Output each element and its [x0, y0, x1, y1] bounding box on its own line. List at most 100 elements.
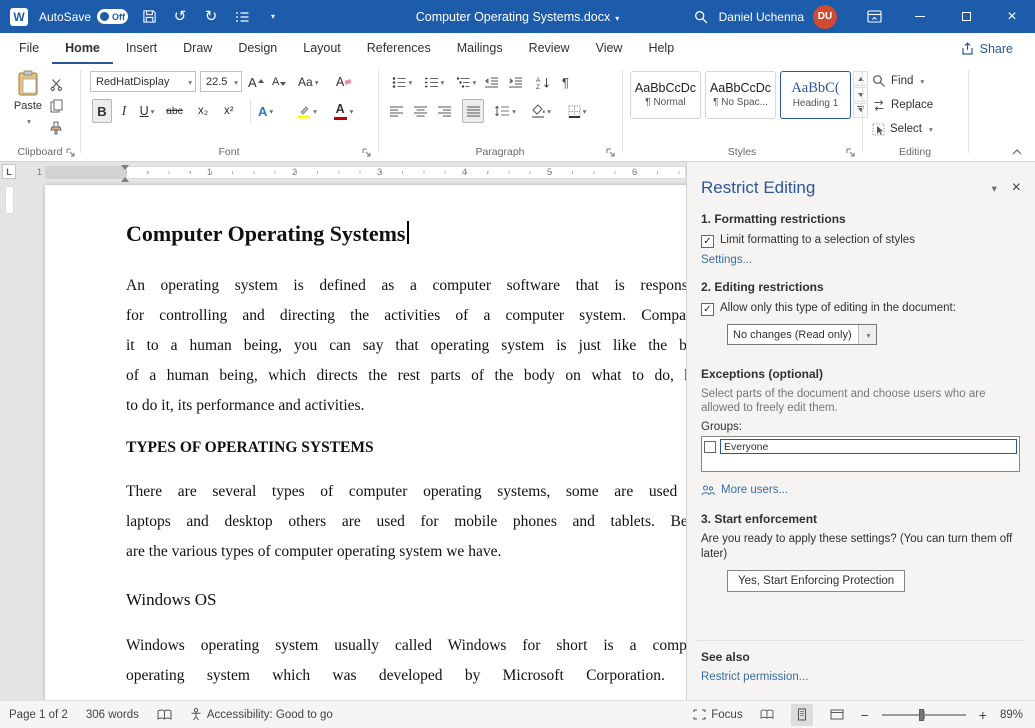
tab-review[interactable]: Review — [516, 33, 583, 64]
restrict-permission-link[interactable]: Restrict permission... — [701, 671, 808, 683]
grow-font-button[interactable]: A — [248, 70, 264, 94]
tab-view[interactable]: View — [583, 33, 636, 64]
groups-listbox[interactable]: Everyone — [701, 436, 1020, 472]
style-heading-1[interactable]: AaBbC( Heading 1 — [780, 71, 851, 119]
word-count[interactable]: 306 words — [86, 709, 139, 721]
everyone-checkbox[interactable] — [704, 441, 716, 453]
numbering-button[interactable] — [420, 70, 448, 94]
focus-button[interactable]: Focus — [693, 709, 742, 721]
tab-selector[interactable]: L — [2, 164, 16, 179]
document-page[interactable]: Computer Operating Systems An operating … — [45, 185, 686, 700]
subscript-button[interactable]: x₂ — [198, 99, 208, 123]
sort-button[interactable]: AZ — [536, 70, 551, 94]
styles-scroll-down-icon[interactable] — [853, 87, 868, 102]
accessibility-status[interactable]: Accessibility: Good to go — [190, 708, 333, 721]
paragraph-dialog-launcher-icon[interactable] — [606, 148, 615, 157]
quick-access-list-icon[interactable] — [232, 6, 252, 28]
minimize-button[interactable] — [897, 0, 943, 33]
close-button[interactable]: × — [989, 0, 1035, 33]
style-normal[interactable]: AaBbCcDc ¶ Normal — [630, 71, 701, 119]
shading-button[interactable] — [526, 99, 556, 123]
clear-formatting-button[interactable]: A — [336, 70, 351, 94]
styles-more-icon[interactable] — [853, 103, 868, 118]
font-color-button[interactable]: A — [328, 99, 358, 123]
hanging-indent-marker[interactable] — [121, 173, 129, 182]
superscript-button[interactable]: x² — [224, 99, 234, 123]
underline-button[interactable]: U — [134, 99, 160, 123]
body-text-line[interactable]: laptops and desktop others are used for … — [126, 507, 686, 537]
body-text-line[interactable]: operating system which was developed by … — [126, 661, 686, 691]
zoom-in-button[interactable]: + — [979, 707, 987, 723]
copy-button[interactable] — [50, 94, 63, 118]
redo-icon[interactable]: ↻ — [201, 6, 221, 28]
body-text-line[interactable]: are the various types of computer operat… — [126, 537, 686, 567]
select-button[interactable]: Select — [872, 119, 933, 139]
page-indicator[interactable]: Page 1 of 2 — [9, 709, 68, 721]
align-right-button[interactable] — [438, 99, 451, 123]
italic-button[interactable]: I — [116, 99, 132, 123]
body-text-line[interactable]: An operating system is defined as a comp… — [126, 271, 686, 301]
document-content[interactable]: Computer Operating Systems An operating … — [45, 185, 686, 691]
proofing-icon[interactable] — [157, 709, 172, 721]
font-size-combobox[interactable]: 22.5 — [200, 71, 242, 92]
tab-insert[interactable]: Insert — [113, 33, 170, 64]
word-app-icon[interactable]: W — [10, 8, 28, 26]
increase-indent-button[interactable] — [508, 70, 523, 94]
customize-qat-chevron-icon[interactable] — [263, 6, 283, 28]
group-item-everyone[interactable]: Everyone — [704, 439, 1017, 454]
text-effects-button[interactable]: A — [258, 99, 273, 123]
styles-scroll-up-icon[interactable] — [853, 71, 868, 86]
paste-button[interactable]: Paste — [8, 70, 48, 140]
avatar[interactable]: DU — [813, 5, 837, 29]
align-left-button[interactable] — [390, 99, 403, 123]
collapse-ribbon-icon[interactable] — [1012, 149, 1022, 155]
sub-heading[interactable]: Windows OS — [126, 587, 686, 613]
autosave-switch[interactable]: Off — [97, 9, 128, 24]
tab-file[interactable]: File — [6, 33, 52, 64]
change-case-button[interactable]: Aa — [298, 70, 318, 94]
save-icon[interactable] — [139, 6, 159, 28]
tab-references[interactable]: References — [354, 33, 444, 64]
autosave-toggle[interactable]: AutoSave Off — [39, 9, 128, 24]
search-icon[interactable] — [691, 6, 711, 28]
zoom-slider[interactable] — [882, 714, 966, 716]
font-name-combobox[interactable]: RedHatDisplay — [90, 71, 196, 92]
undo-icon[interactable]: ↺ — [170, 6, 190, 28]
account-area[interactable]: Daniel Uchenna DU — [719, 5, 837, 29]
zoom-slider-thumb[interactable] — [919, 709, 924, 721]
limit-formatting-checkbox[interactable]: ✓ — [701, 235, 714, 248]
editing-type-dropdown[interactable]: No changes (Read only) — [727, 324, 877, 345]
bold-button[interactable]: B — [92, 99, 112, 123]
zoom-out-button[interactable]: − — [861, 707, 869, 723]
borders-button[interactable] — [562, 99, 592, 123]
pane-close-icon[interactable]: × — [1012, 180, 1021, 196]
settings-link[interactable]: Settings... — [701, 254, 752, 266]
format-painter-button[interactable] — [50, 116, 62, 140]
maximize-button[interactable] — [943, 0, 989, 33]
body-text-line[interactable]: to do it, its performance and activities… — [126, 391, 686, 421]
line-spacing-button[interactable] — [490, 99, 520, 123]
read-mode-icon[interactable] — [756, 704, 778, 726]
document-heading[interactable]: Computer Operating Systems — [126, 219, 686, 249]
tab-draw[interactable]: Draw — [170, 33, 225, 64]
tab-help[interactable]: Help — [635, 33, 687, 64]
body-text-line[interactable]: There are several types of computer oper… — [126, 477, 686, 507]
body-text-line[interactable]: it to a human being, you can say that op… — [126, 331, 686, 361]
font-dialog-launcher-icon[interactable] — [362, 148, 371, 157]
highlight-button[interactable] — [292, 99, 322, 123]
decrease-indent-button[interactable] — [484, 70, 499, 94]
start-enforcing-button[interactable]: Yes, Start Enforcing Protection — [727, 570, 905, 592]
body-text-line[interactable]: Windows operating system usually called … — [126, 631, 686, 661]
pane-options-chevron-icon[interactable] — [989, 180, 997, 197]
cut-button[interactable] — [50, 72, 63, 96]
multilevel-list-button[interactable] — [452, 70, 480, 94]
web-layout-icon[interactable] — [826, 704, 848, 726]
tab-layout[interactable]: Layout — [290, 33, 354, 64]
allow-editing-checkbox[interactable]: ✓ — [701, 303, 714, 316]
justify-button[interactable] — [462, 99, 484, 123]
align-center-button[interactable] — [414, 99, 427, 123]
strikethrough-button[interactable]: abc — [166, 99, 183, 123]
shrink-font-button[interactable]: A — [272, 70, 286, 94]
styles-dialog-launcher-icon[interactable] — [846, 148, 855, 157]
find-button[interactable]: Find — [872, 71, 924, 91]
